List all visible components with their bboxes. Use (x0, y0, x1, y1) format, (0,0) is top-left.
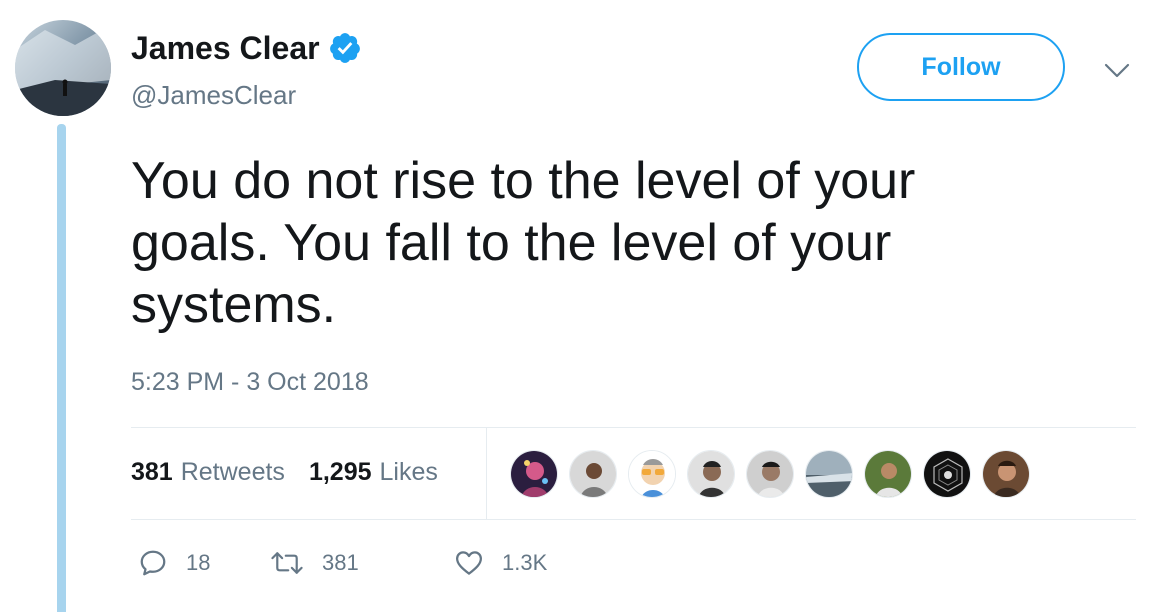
retweets-label: Retweets (180, 458, 285, 486)
liker-avatar-2[interactable] (569, 450, 617, 498)
retweet-button[interactable]: 381 (270, 548, 454, 578)
divider-top (131, 427, 1136, 428)
liker-avatar-7[interactable] (864, 450, 912, 498)
retweets-stat[interactable]: 381 Retweets (131, 457, 285, 487)
stats-separator (486, 428, 487, 519)
author-handle[interactable]: @JamesClear (131, 80, 296, 110)
heart-icon (456, 551, 482, 575)
divider-bottom (131, 519, 1136, 520)
like-button[interactable]: 1.3K (454, 548, 594, 578)
thread-line (57, 124, 66, 612)
liker-avatar-5[interactable] (746, 450, 794, 498)
verified-badge-icon (329, 33, 360, 63)
tweet-card: James Clear @JamesClear Follow You do no… (0, 0, 1160, 612)
tweet-timestamp[interactable]: 5:23 PM - 3 Oct 2018 (131, 367, 369, 397)
reply-icon (140, 550, 166, 576)
follow-button[interactable]: Follow (857, 33, 1065, 101)
retweets-count: 381 (131, 458, 173, 486)
chevron-down-icon[interactable] (1104, 63, 1130, 79)
tweet-text: You do not rise to the level of your goa… (131, 152, 916, 334)
like-count: 1.3K (502, 550, 548, 575)
likes-count: 1,295 (308, 458, 372, 486)
author-avatar[interactable] (15, 20, 111, 116)
reply-count: 18 (186, 550, 211, 575)
likes-stat[interactable]: 1,295 Likes (309, 457, 438, 487)
tweet-stats: 381 Retweets 1,295 Likes (131, 457, 438, 487)
liker-avatar-3[interactable] (628, 450, 676, 498)
liker-avatar-9[interactable] (982, 450, 1030, 498)
liker-avatar-1[interactable] (510, 450, 558, 498)
liker-avatar-8[interactable] (923, 450, 971, 498)
liker-avatar-4[interactable] (687, 450, 735, 498)
reply-button[interactable]: 18 (138, 548, 270, 578)
tweet-actions: 18 381 1.3K (138, 548, 594, 578)
author-name-row[interactable]: James Clear (131, 30, 362, 66)
liker-avatar-6[interactable] (805, 450, 853, 498)
liker-avatars (510, 450, 1041, 498)
author-name[interactable]: James Clear (131, 30, 320, 66)
retweet-icon (271, 552, 303, 574)
likes-label: Likes (379, 458, 438, 486)
retweet-count: 381 (322, 550, 359, 575)
